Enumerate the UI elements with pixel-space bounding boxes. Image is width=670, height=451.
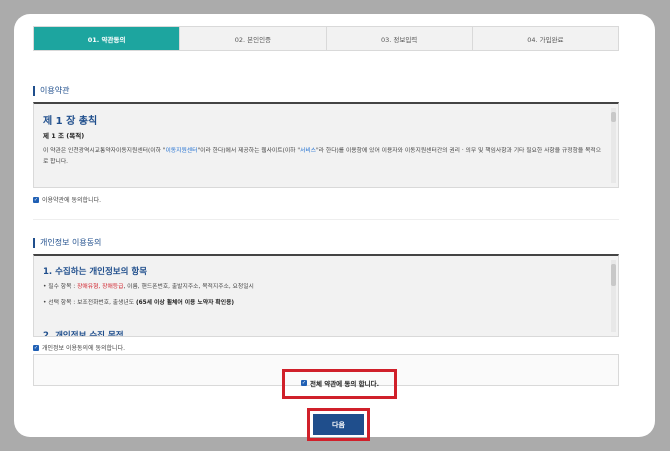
terms-agree-label[interactable]: 이용약관에 동의합니다.	[42, 195, 101, 204]
privacy-agree-label[interactable]: 개인정보 이용동의에 동의합니다.	[42, 343, 125, 352]
step-info-input: 03. 정보입력	[325, 27, 472, 50]
terms-scrollbar[interactable]	[611, 108, 616, 183]
checkbox-checked-icon[interactable]: ✓	[301, 380, 307, 386]
privacy-required-highlight: 장애유형, 장애등급	[77, 284, 124, 290]
section-divider	[33, 219, 619, 220]
privacy-agree-checkbox-row[interactable]: ✓ 개인정보 이용동의에 동의합니다.	[33, 343, 125, 352]
privacy-required-items: • 필수 항목 : 장애유형, 장애등급, 이름, 핸드폰번호, 출발지주소, …	[43, 284, 254, 290]
privacy-box[interactable]: 1. 수집하는 개인정보의 항목 • 필수 항목 : 장애유형, 장애등급, 이…	[33, 254, 619, 337]
terms-body-part: 이 약관은 인천광역시교통약자이동지원센터(이하 "	[43, 148, 166, 154]
terms-body-highlight: 서비스	[300, 148, 317, 154]
privacy-required-rest: , 이름, 핸드폰번호, 출발지주소, 목적지주소, 요청일시	[123, 284, 254, 290]
terms-article-title: 제 1 조 (목적)	[43, 132, 85, 140]
step-signup-complete: 04. 가입완료	[471, 27, 618, 50]
terms-agree-checkbox-row[interactable]: ✓ 이용약관에 동의합니다.	[33, 195, 101, 204]
privacy-heading-2: 2. 개인정보 수집 목적	[43, 331, 124, 337]
terms-body-part: "이라 한다)에서 제공하는 웹사이트(이하 "	[197, 148, 301, 154]
checkbox-checked-icon[interactable]: ✓	[33, 344, 39, 351]
next-button[interactable]: 다음	[313, 414, 364, 435]
all-agree-label[interactable]: 전체 약관에 동의 합니다.	[310, 378, 379, 388]
signup-steps: 01. 약관동의 02. 본인인증 03. 정보입력 04. 가입완료	[33, 26, 619, 51]
privacy-heading-1: 1. 수집하는 개인정보의 항목	[43, 267, 148, 277]
terms-box[interactable]: 제 1 장 총칙 제 1 조 (목적) 이 약관은 인천광역시교통약자이동지원센…	[33, 102, 619, 188]
privacy-optional-note: (65세 이상 휠체어 이용 노약자 확인용)	[135, 300, 235, 306]
terms-body-text: 이 약관은 인천광역시교통약자이동지원센터(이하 "이동지원센터"이라 한다)에…	[43, 146, 603, 168]
step-terms-agreement: 01. 약관동의	[34, 27, 180, 50]
privacy-scroll-thumb[interactable]	[611, 264, 616, 286]
privacy-optional-items: • 선택 항목 : 보조전화번호, 출생년도 (65세 이상 휠체어 이용 노약…	[43, 300, 235, 306]
terms-scroll-thumb[interactable]	[611, 112, 616, 122]
all-agree-checkbox-row[interactable]: ✓ 전체 약관에 동의 합니다.	[301, 378, 379, 388]
step-identity-verification: 02. 본인인증	[179, 27, 325, 50]
privacy-section-title: 개인정보 이용동의	[33, 238, 101, 248]
checkbox-checked-icon[interactable]: ✓	[33, 196, 39, 203]
terms-chapter-title: 제 1 장 총칙	[43, 116, 98, 127]
privacy-scrollbar[interactable]	[611, 260, 616, 332]
privacy-optional-label: 선택 항목 : 보조전화번호, 출생년도	[48, 300, 136, 306]
terms-section-title: 이용약관	[33, 86, 69, 96]
terms-body-highlight: 이동지원센터	[165, 148, 198, 154]
privacy-required-label: 필수 항목 :	[48, 284, 78, 290]
